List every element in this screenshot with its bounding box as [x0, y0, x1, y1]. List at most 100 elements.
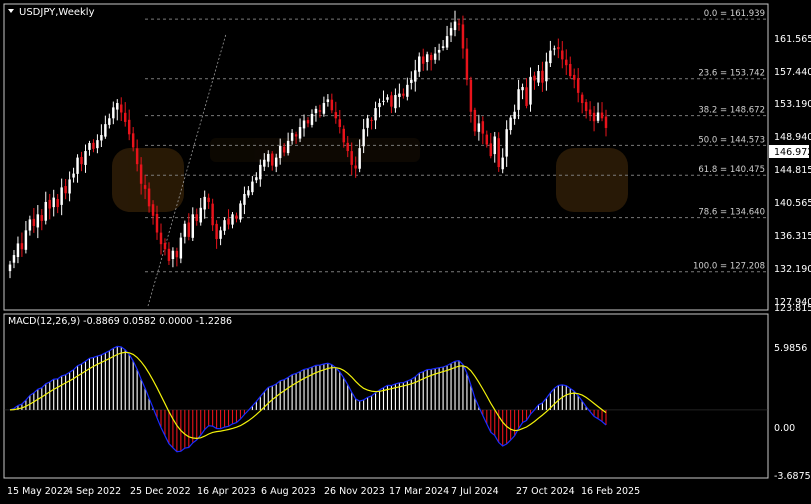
bull-candle [104, 124, 107, 137]
bull-candle [406, 84, 409, 97]
bear-candle [235, 215, 238, 219]
bull-candle [418, 56, 421, 72]
bull-candle [394, 95, 397, 109]
bear-candle [497, 138, 500, 168]
bear-candle [525, 87, 528, 106]
bull-candle [223, 220, 226, 231]
bear-candle [306, 120, 310, 124]
bear-candle [465, 48, 469, 80]
bear-candle [155, 213, 159, 233]
bear-candle [469, 79, 473, 112]
bull-candle [88, 143, 91, 150]
fib-level-label: 61.8 = 140.475 [698, 165, 765, 175]
bull-candle [517, 89, 520, 110]
bear-candle [576, 78, 580, 93]
bull-candle [263, 159, 266, 167]
bull-candle [537, 71, 540, 83]
time-label: 16 Feb 2025 [581, 486, 640, 497]
bear-candle [485, 134, 489, 145]
bull-candle [501, 157, 504, 170]
bear-candle [151, 204, 155, 216]
bull-candle [219, 230, 222, 239]
bull-candle [493, 136, 496, 155]
bull-candle [72, 173, 75, 178]
bull-candle [108, 118, 111, 125]
current-price-label: 146.972 [774, 147, 811, 158]
bear-candle [195, 214, 198, 221]
bear-candle [457, 23, 461, 25]
price-tick: 123.815 [774, 303, 811, 314]
bull-candle [112, 107, 115, 119]
bear-candle [370, 119, 373, 121]
time-label: 26 Nov 2023 [324, 486, 385, 497]
bear-candle [569, 64, 572, 77]
bear-candle [592, 112, 596, 122]
bear-candle [330, 99, 334, 111]
bear-candle [187, 222, 191, 237]
bull-candle [203, 196, 206, 210]
bull-candle [8, 264, 12, 272]
time-label: 27 Oct 2024 [516, 486, 575, 497]
bear-candle [32, 218, 36, 226]
bear-candle [159, 232, 163, 245]
bull-candle [437, 49, 441, 53]
bull-candle [314, 108, 318, 114]
bear-candle [429, 54, 433, 61]
bull-candle [251, 181, 254, 193]
bear-candle [20, 243, 24, 250]
bull-candle [596, 112, 600, 121]
bear-candle [421, 56, 425, 64]
chart-window[interactable]: 0.0 = 161.939 23.6 = 153.742 38.2 = 148.67… [0, 0, 811, 500]
fib-level-label: 100.0 = 127.208 [693, 262, 765, 272]
time-label: 6 Aug 2023 [261, 486, 316, 497]
bull-candle [231, 214, 234, 225]
price-tick: 148.940 [774, 132, 811, 143]
bull-candle [449, 28, 453, 36]
bear-candle [131, 133, 135, 148]
bear-candle [533, 75, 536, 81]
price-tick: 144.815 [774, 165, 811, 176]
bear-candle [282, 146, 286, 153]
bear-candle [139, 164, 143, 184]
bear-candle [163, 242, 167, 250]
bull-candle [410, 79, 413, 83]
bear-candle [123, 112, 127, 122]
bear-candle [354, 165, 357, 169]
fib-level-label: 0.0 = 161.939 [704, 9, 765, 19]
bear-candle [64, 186, 67, 194]
bull-candle [549, 50, 552, 64]
bull-candle [505, 129, 508, 157]
bull-candle [398, 93, 401, 97]
bear-candle [342, 128, 345, 143]
bull-candle [247, 190, 250, 196]
bull-candle [183, 223, 187, 237]
bull-candle [191, 214, 195, 238]
bull-candle [243, 193, 246, 205]
fib-level-label: 50.0 = 144.573 [698, 135, 765, 145]
bear-candle [143, 185, 147, 189]
bull-candle [68, 179, 71, 194]
bull-candle [326, 99, 330, 103]
bear-candle [565, 59, 568, 66]
bull-candle [322, 103, 326, 114]
price-tick: 153.190 [774, 99, 811, 110]
bull-candle [171, 250, 175, 259]
time-label: 4 Sep 2022 [67, 486, 121, 497]
bull-candle [362, 129, 365, 147]
bear-candle [338, 119, 342, 128]
bull-candle [529, 76, 532, 105]
bear-candle [584, 102, 588, 112]
bear-candle [175, 250, 179, 258]
bear-candle [334, 112, 338, 119]
bull-candle [179, 237, 183, 259]
bear-candle [56, 199, 59, 208]
fib-level-label: 78.6 = 134.640 [698, 208, 765, 218]
bull-candle [521, 87, 524, 91]
bull-candle [84, 151, 87, 165]
fib-level-label: 38.2 = 148.672 [698, 106, 765, 116]
bull-candle [267, 153, 270, 162]
price-axis: 161.565 157.440 153.190 148.940 144.815 … [769, 34, 811, 314]
bull-candle [239, 203, 242, 220]
time-axis: 15 May 2022 4 Sep 2022 25 Dec 2022 16 Ap… [7, 486, 640, 497]
bear-candle [481, 121, 485, 134]
